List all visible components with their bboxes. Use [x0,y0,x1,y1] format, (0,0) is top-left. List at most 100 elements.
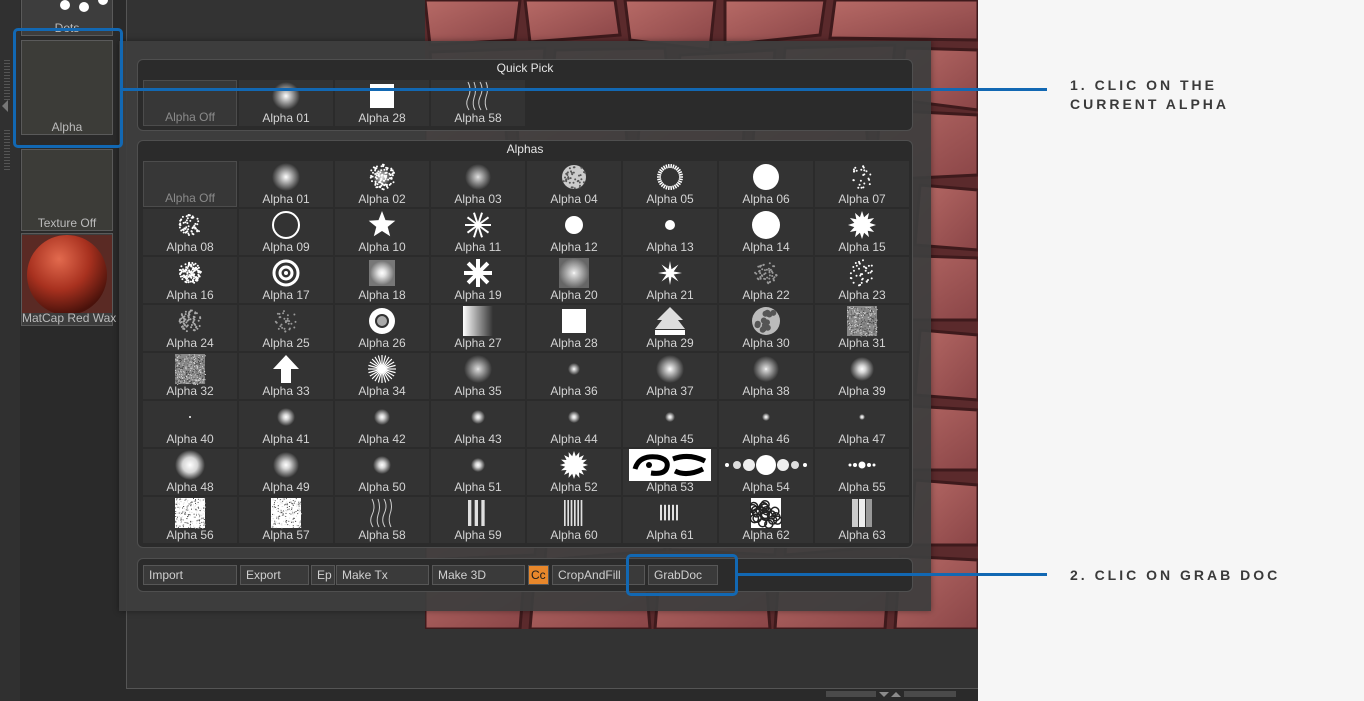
alpha-tile-62[interactable]: Alpha 62 [719,497,813,543]
alpha-tile-41[interactable]: Alpha 41 [239,401,333,447]
alpha-tile-44[interactable]: Alpha 44 [527,401,621,447]
alpha-tile-label: Alpha 29 [646,336,694,350]
texture-thumbnail[interactable]: Texture Off [21,149,113,231]
alpha-tile-55[interactable]: Alpha 55 [815,449,909,495]
alpha-tile-33[interactable]: Alpha 33 [239,353,333,399]
alpha-tile-38[interactable]: Alpha 38 [719,353,813,399]
alpha-tile-04[interactable]: Alpha 04 [527,161,621,207]
alpha-tile-45[interactable]: Alpha 45 [623,401,717,447]
alpha-tile-label: Alpha 05 [646,192,694,206]
alpha-tile-12[interactable]: Alpha 12 [527,209,621,255]
alpha-tile-32[interactable]: Alpha 32 [143,353,237,399]
alpha-tile-label: Alpha 55 [838,480,886,494]
quick-pick-grid: Alpha Off Alpha 01 Alpha 28 Alpha 58 [143,80,909,126]
alpha-tile-56[interactable]: Alpha 56 [143,497,237,543]
alpha-tile-11[interactable]: Alpha 11 [431,209,525,255]
alpha-tile-51[interactable]: Alpha 51 [431,449,525,495]
alpha-tile-08[interactable]: Alpha 08 [143,209,237,255]
alpha-tile-09[interactable]: Alpha 09 [239,209,333,255]
make-tx-button[interactable]: Make Tx [336,565,429,585]
alpha-tile-49[interactable]: Alpha 49 [239,449,333,495]
alpha-tile-54[interactable]: Alpha 54 [719,449,813,495]
material-thumbnail[interactable]: MatCap Red Wax [21,233,116,326]
alpha-tile-06[interactable]: Alpha 06 [719,161,813,207]
alpha-tile-52[interactable]: Alpha 52 [527,449,621,495]
alpha-tile-30[interactable]: Alpha 30 [719,305,813,351]
alpha-tile-02[interactable]: Alpha 02 [335,161,429,207]
alpha-tile-48[interactable]: Alpha 48 [143,449,237,495]
alpha-tile-39[interactable]: Alpha 39 [815,353,909,399]
alpha-tile-25[interactable]: Alpha 25 [239,305,333,351]
tray-handle[interactable] [4,60,10,100]
alpha-tile-23[interactable]: Alpha 23 [815,257,909,303]
tray-collapse-arrow-icon[interactable] [2,100,8,112]
alpha-tile-26[interactable]: Alpha 26 [335,305,429,351]
alpha-tile-37[interactable]: Alpha 37 [623,353,717,399]
import-button[interactable]: Import [143,565,237,585]
alpha-tile-label: Alpha 22 [742,288,790,302]
alpha-tile-35[interactable]: Alpha 35 [431,353,525,399]
alpha-tile-13[interactable]: Alpha 13 [623,209,717,255]
alpha-tile-label: Alpha 10 [358,240,406,254]
alpha-tile-label: Alpha 13 [646,240,694,254]
alpha-tile-label: Alpha 03 [454,192,502,206]
alpha-tile-03[interactable]: Alpha 03 [431,161,525,207]
alpha-tile-14[interactable]: Alpha 14 [719,209,813,255]
alpha-tile-label: Alpha 21 [646,288,694,302]
alpha-tile-15[interactable]: Alpha 15 [815,209,909,255]
alpha-tile-22[interactable]: Alpha 22 [719,257,813,303]
alpha-tile-label: Alpha 40 [166,432,214,446]
ep-button[interactable]: Ep [311,565,335,585]
alpha-off-tile[interactable]: Alpha Off [143,80,237,126]
alpha-tile-58[interactable]: Alpha 58 [431,80,525,126]
alpha-tile-61[interactable]: Alpha 61 [623,497,717,543]
alpha-tile-43[interactable]: Alpha 43 [431,401,525,447]
alpha-tile-47[interactable]: Alpha 47 [815,401,909,447]
alpha-tile-label: Alpha 52 [550,480,598,494]
alpha-tile-19[interactable]: Alpha 19 [431,257,525,303]
alpha-tile-label: Alpha 42 [358,432,406,446]
alpha-tile-17[interactable]: Alpha 17 [239,257,333,303]
tray-handle[interactable] [4,130,10,170]
alpha-tile-53[interactable]: Alpha 53 [623,449,717,495]
alpha-picker-popup: Quick Pick Alpha Off Alpha 01 Alpha 28 Alph… [119,41,931,611]
alpha-tile-18[interactable]: Alpha 18 [335,257,429,303]
alpha-tile-57[interactable]: Alpha 57 [239,497,333,543]
alpha-tile-31[interactable]: Alpha 31 [815,305,909,351]
alpha-tile-07[interactable]: Alpha 07 [815,161,909,207]
alpha-tile-01[interactable]: Alpha 01 [239,80,333,126]
alpha-tile-label: Alpha 26 [358,336,406,350]
alpha-tile-label: Alpha 45 [646,432,694,446]
alpha-tile-36[interactable]: Alpha 36 [527,353,621,399]
cc-toggle[interactable]: Cc [528,565,549,585]
alpha-tile-05[interactable]: Alpha 05 [623,161,717,207]
bottom-scroll-handle[interactable] [826,690,956,698]
alpha-tile-28[interactable]: Alpha 28 [527,305,621,351]
alpha-tile-34[interactable]: Alpha 34 [335,353,429,399]
alpha-tile-27[interactable]: Alpha 27 [431,305,525,351]
alpha-tile-20[interactable]: Alpha 20 [527,257,621,303]
alpha-tile-21[interactable]: Alpha 21 [623,257,717,303]
alpha-tile-10[interactable]: Alpha 10 [335,209,429,255]
alpha-tile-16[interactable]: Alpha 16 [143,257,237,303]
alpha-tile-label: Alpha 23 [838,288,886,302]
alpha-tile-50[interactable]: Alpha 50 [335,449,429,495]
make-3d-button[interactable]: Make 3D [432,565,525,585]
alpha-tile-28[interactable]: Alpha 28 [335,80,429,126]
alpha-tile-label: Alpha 08 [166,240,214,254]
alpha-off-tile[interactable]: Alpha Off [143,161,237,207]
alpha-tile-29[interactable]: Alpha 29 [623,305,717,351]
export-button[interactable]: Export [240,565,309,585]
alpha-tile-58[interactable]: Alpha 58 [335,497,429,543]
alpha-tile-label: Alpha 57 [262,528,310,542]
alpha-tile-59[interactable]: Alpha 59 [431,497,525,543]
alpha-tile-46[interactable]: Alpha 46 [719,401,813,447]
alpha-tile-24[interactable]: Alpha 24 [143,305,237,351]
alpha-tile-40[interactable]: Alpha 40 [143,401,237,447]
alpha-tile-label: Alpha 30 [742,336,790,350]
alpha-tile-label: Alpha 01 [262,111,310,125]
alpha-tile-60[interactable]: Alpha 60 [527,497,621,543]
alpha-tile-01[interactable]: Alpha 01 [239,161,333,207]
alpha-tile-42[interactable]: Alpha 42 [335,401,429,447]
alpha-tile-63[interactable]: Alpha 63 [815,497,909,543]
